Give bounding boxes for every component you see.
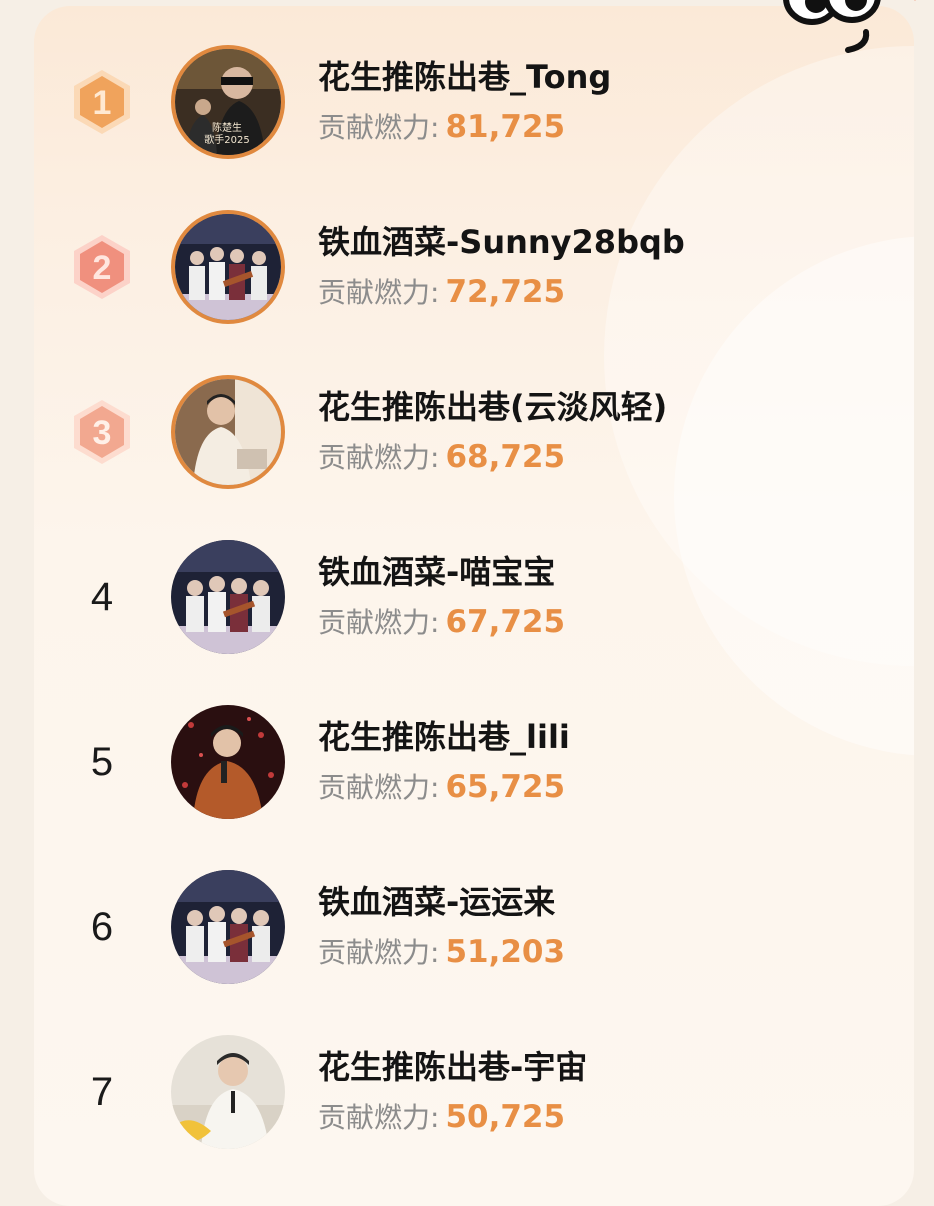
rank-3-medal-icon: 3: [74, 400, 130, 464]
contribution: 贡献燃力: 67,725: [318, 601, 565, 641]
svg-text:陈楚生: 陈楚生: [212, 121, 242, 134]
leaderboard-row[interactable]: 7 花生推陈出巷-宇宙 贡献燃力: 50,725: [0, 1030, 934, 1150]
contribution: 贡献燃力: 51,203: [318, 931, 565, 971]
contribution: 贡献燃力: 68,725: [318, 436, 565, 476]
contribution: 贡献燃力: 65,725: [318, 766, 565, 806]
rank-number: 3: [93, 414, 112, 452]
avatar[interactable]: [171, 210, 285, 324]
avatar[interactable]: [171, 705, 285, 819]
user-name[interactable]: 花生推陈出巷_Tong: [318, 52, 611, 98]
user-name[interactable]: 铁血酒菜-运运来: [318, 877, 555, 923]
contribution-label: 贡献燃力:: [318, 771, 440, 804]
contribution-value: 72,725: [445, 274, 566, 310]
contribution-label: 贡献燃力:: [318, 936, 440, 969]
contribution-value: 65,725: [445, 769, 566, 805]
contribution-value: 68,725: [445, 439, 566, 475]
user-name[interactable]: 花生推陈出巷_lili: [318, 712, 570, 758]
rank-number: 6: [90, 905, 114, 949]
contribution-value: 81,725: [445, 109, 566, 145]
contribution: 贡献燃力: 81,725: [318, 106, 565, 146]
rank-2-medal-icon: 2: [74, 235, 130, 299]
avatar[interactable]: [171, 540, 285, 654]
leaderboard-row[interactable]: 1 陈楚生 歌手2025 花生推陈出巷_Tong 贡献燃力: 81,725: [0, 40, 934, 160]
leaderboard-row[interactable]: 2 铁血酒菜-Sunny28bqb 贡献燃力: 72,725: [0, 205, 934, 325]
contribution-label: 贡献燃力:: [318, 1101, 440, 1134]
user-name[interactable]: 花生推陈出巷-宇宙: [318, 1042, 587, 1088]
rank-number: 2: [93, 249, 112, 287]
rank-number: 1: [93, 84, 112, 122]
contribution-value: 51,203: [445, 934, 566, 970]
contribution: 贡献燃力: 50,725: [318, 1096, 565, 1136]
user-name[interactable]: 铁血酒菜-喵宝宝: [318, 547, 555, 593]
avatar[interactable]: [171, 1035, 285, 1149]
contribution: 贡献燃力: 72,725: [318, 271, 565, 311]
rank-number: 4: [90, 575, 114, 619]
contribution-label: 贡献燃力:: [318, 111, 440, 144]
avatar[interactable]: 陈楚生 歌手2025: [171, 45, 285, 159]
user-name[interactable]: 花生推陈出巷(云淡风轻): [318, 382, 667, 428]
avatar[interactable]: [171, 870, 285, 984]
contribution-label: 贡献燃力:: [318, 606, 440, 639]
contribution-label: 贡献燃力:: [318, 276, 440, 309]
contribution-value: 67,725: [445, 604, 566, 640]
leaderboard-row[interactable]: 5 花生推陈出巷_lili 贡献燃力: 65,725: [0, 700, 934, 820]
contribution-label: 贡献燃力:: [318, 441, 440, 474]
user-name[interactable]: 铁血酒菜-Sunny28bqb: [318, 217, 685, 263]
svg-text:歌手2025: 歌手2025: [204, 133, 249, 146]
contribution-value: 50,725: [445, 1099, 566, 1135]
rank-1-medal-icon: 1: [74, 70, 130, 134]
leaderboard-row[interactable]: 4 铁血酒菜-喵宝宝 贡献燃力: 67,725: [0, 535, 934, 655]
rank-number: 5: [90, 740, 114, 784]
leaderboard-row[interactable]: 6 铁血酒菜-运运来 贡献燃力: 51,203: [0, 865, 934, 985]
avatar[interactable]: [171, 375, 285, 489]
leaderboard-row[interactable]: 3 花生推陈出巷(云淡风轻) 贡献燃力: 68,725: [0, 370, 934, 490]
rank-number: 7: [90, 1070, 114, 1114]
